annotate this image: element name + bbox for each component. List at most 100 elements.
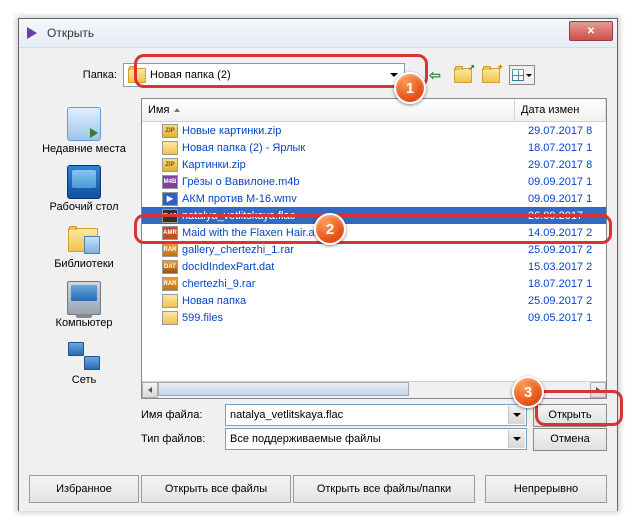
open-button[interactable]: Открыть <box>533 404 607 427</box>
file-date: 18.07.2017 1 <box>528 142 606 154</box>
libraries-icon <box>68 224 100 256</box>
file-date: 25.09.2017 2 <box>528 244 606 256</box>
file-row[interactable]: АКМ против М-16.wmv09.09.2017 1 <box>142 190 606 207</box>
file-date: 29.07.2017 8 <box>528 125 606 137</box>
favorites-button[interactable]: Избранное <box>29 475 139 503</box>
places-bar: Недавние места Рабочий стол Библиотеки К… <box>33 98 135 403</box>
desktop-icon <box>67 165 101 199</box>
file-row[interactable]: Картинки.zip29.07.2017 8 <box>142 156 606 173</box>
file-row[interactable]: docIdIndexPart.dat15.03.2017 2 <box>142 258 606 275</box>
file-type-icon <box>162 209 178 223</box>
file-type-icon <box>162 277 178 291</box>
file-date: 29.07.2017 8 <box>528 159 606 171</box>
file-date: 09.09.2017 1 <box>528 193 606 205</box>
file-name: chertezhi_9.rar <box>182 278 528 290</box>
filename-value: natalya_vetlitskaya.flac <box>230 409 343 421</box>
file-date: 15.03.2017 2 <box>528 261 606 273</box>
file-type-icon <box>162 175 178 189</box>
file-row[interactable]: gallery_chertezhi_1.rar25.09.2017 2 <box>142 241 606 258</box>
file-type-icon <box>162 124 178 138</box>
open-all-folders-button[interactable]: Открыть все файлы/папки <box>293 475 475 503</box>
chevron-down-icon[interactable] <box>508 430 525 448</box>
file-row[interactable]: Новая папка (2) - Ярлык18.07.2017 1 <box>142 139 606 156</box>
scroll-right-icon[interactable] <box>590 382 606 398</box>
file-type-icon <box>162 226 178 240</box>
place-desktop[interactable]: Рабочий стол <box>38 160 130 218</box>
lookin-combo[interactable]: Новая папка (2) <box>123 63 405 87</box>
file-name: docIdIndexPart.dat <box>182 261 528 273</box>
file-header: Имя Дата измен <box>142 99 606 122</box>
place-label: Недавние места <box>42 143 126 155</box>
view-menu-icon[interactable] <box>509 65 535 85</box>
file-list[interactable]: Новые картинки.zip29.07.2017 8Новая папк… <box>142 122 606 326</box>
filetype-combo[interactable]: Все поддерживаемые файлы <box>225 428 527 450</box>
bottom-toolbar: Избранное Открыть все файлы Открыть все … <box>29 475 607 503</box>
file-name: natalya_vetlitskaya.flac <box>182 210 528 222</box>
file-name: Грёзы о Вавилоне.m4b <box>182 176 528 188</box>
open-all-files-button[interactable]: Открыть все файлы <box>141 475 291 503</box>
file-name: Maid with the Flaxen Hair.amr <box>182 227 528 239</box>
file-date: 09.09.2017 1 <box>528 176 606 188</box>
scroll-left-icon[interactable] <box>142 382 158 398</box>
column-date[interactable]: Дата измен <box>515 99 606 121</box>
lookin-label: Папка: <box>41 69 123 81</box>
file-date: 25.09.2017 2 <box>528 295 606 307</box>
chevron-down-icon[interactable] <box>508 406 525 424</box>
file-date: 18.07.2017 1 <box>528 278 606 290</box>
filetype-value: Все поддерживаемые файлы <box>230 433 381 445</box>
file-date: 14.09.2017 2 <box>528 227 606 239</box>
file-type-icon <box>162 260 178 274</box>
file-row[interactable]: Новые картинки.zip29.07.2017 8 <box>142 122 606 139</box>
cancel-button[interactable]: Отмена <box>533 428 607 451</box>
place-computer[interactable]: Компьютер <box>38 276 130 334</box>
place-libraries[interactable]: Библиотеки <box>38 218 130 276</box>
file-row[interactable]: Грёзы о Вавилоне.m4b09.09.2017 1 <box>142 173 606 190</box>
close-button[interactable] <box>569 21 613 41</box>
lookin-row: Папка: Новая папка (2) ⇦ <box>41 62 607 88</box>
place-recent[interactable]: Недавние места <box>38 102 130 160</box>
bottom-fields: Имя файла: natalya_vetlitskaya.flac Откр… <box>141 403 607 453</box>
file-row[interactable]: chertezhi_9.rar18.07.2017 1 <box>142 275 606 292</box>
file-row[interactable]: Новая папка25.09.2017 2 <box>142 292 606 309</box>
file-row[interactable]: natalya_vetlitskaya.flac26.09.2017 <box>142 207 606 224</box>
file-list-area: Имя Дата измен Новые картинки.zip29.07.2… <box>141 98 607 399</box>
filename-input[interactable]: natalya_vetlitskaya.flac <box>225 404 527 426</box>
column-name[interactable]: Имя <box>142 99 515 121</box>
file-row[interactable]: 599.files09.05.2017 1 <box>142 309 606 326</box>
place-network[interactable]: Сеть <box>38 334 130 392</box>
file-date: 26.09.2017 <box>528 210 606 222</box>
file-type-icon <box>162 192 178 206</box>
filename-label: Имя файла: <box>141 409 225 421</box>
file-type-icon <box>162 294 178 308</box>
up-folder-icon[interactable] <box>453 65 473 85</box>
file-date: 09.05.2017 1 <box>528 312 606 324</box>
network-icon <box>68 340 100 372</box>
recent-icon <box>67 107 101 141</box>
computer-icon <box>67 281 101 315</box>
file-name: 599.files <box>182 312 528 324</box>
file-name: Картинки.zip <box>182 159 528 171</box>
file-type-icon <box>162 158 178 172</box>
continuous-button[interactable]: Непрерывно <box>485 475 607 503</box>
place-label: Сеть <box>72 374 96 386</box>
place-label: Рабочий стол <box>49 201 118 213</box>
place-label: Библиотеки <box>54 258 114 270</box>
file-name: АКМ против М-16.wmv <box>182 193 528 205</box>
file-type-icon <box>162 311 178 325</box>
lookin-value: Новая папка (2) <box>150 69 231 81</box>
file-name: Новая папка (2) - Ярлык <box>182 142 528 154</box>
back-icon[interactable]: ⇦ <box>425 65 445 85</box>
folder-icon <box>128 68 146 83</box>
file-name: Новая папка <box>182 295 528 307</box>
place-label: Компьютер <box>56 317 113 329</box>
file-type-icon <box>162 243 178 257</box>
annotation-badge-3: 3 <box>512 376 544 408</box>
file-type-icon <box>162 141 178 155</box>
new-folder-icon[interactable] <box>481 65 501 85</box>
file-name: gallery_chertezhi_1.rar <box>182 244 528 256</box>
open-dialog: Открыть Папка: Новая папка (2) ⇦ Недавни… <box>18 18 618 511</box>
scroll-thumb[interactable] <box>158 382 409 396</box>
file-name: Новые картинки.zip <box>182 125 528 137</box>
titlebar[interactable]: Открыть <box>19 19 617 48</box>
file-row[interactable]: Maid with the Flaxen Hair.amr14.09.2017 … <box>142 224 606 241</box>
